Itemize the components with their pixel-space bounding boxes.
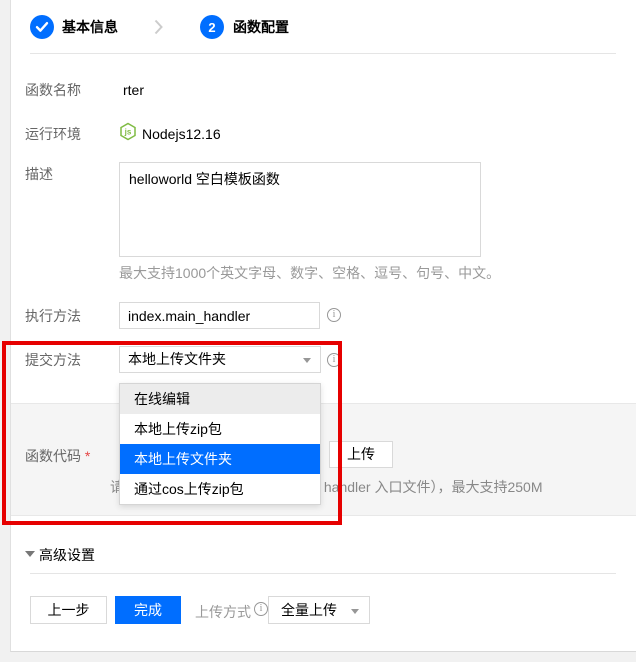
- description-label: 描述: [25, 166, 53, 182]
- triangle-down-icon: [25, 551, 35, 557]
- handler-input[interactable]: [119, 302, 320, 329]
- step2-number-circle[interactable]: 2: [200, 15, 224, 39]
- step2-number: 2: [208, 20, 215, 35]
- content-panel: [10, 0, 636, 652]
- function-code-section: [11, 403, 636, 516]
- chevron-down-icon: [351, 609, 359, 614]
- finish-button[interactable]: 完成: [115, 596, 181, 624]
- upload-mode-select[interactable]: 全量上传: [268, 596, 370, 624]
- previous-step-button[interactable]: 上一步: [30, 596, 107, 624]
- chevron-right-icon: [153, 18, 164, 39]
- chevron-down-icon: [303, 358, 311, 363]
- dropdown-option-cos-zip[interactable]: 通过cos上传zip包: [120, 474, 320, 504]
- header-divider: [30, 53, 616, 54]
- upload-mode-selected-value: 全量上传: [281, 602, 337, 618]
- step2-label[interactable]: 函数配置: [233, 19, 289, 35]
- handler-info-icon[interactable]: i: [327, 308, 341, 322]
- runtime-value: Nodejs12.16: [142, 126, 221, 142]
- nodejs-icon: js: [119, 122, 137, 144]
- function-config-page: 基本信息 2 函数配置 函数名称 rter 运行环境 js Nodejs12.1…: [0, 0, 636, 662]
- function-name-value: rter: [123, 82, 144, 98]
- function-name-label: 函数名称: [25, 82, 81, 98]
- runtime-label: 运行环境: [25, 126, 81, 142]
- upload-mode-label: 上传方式: [195, 602, 251, 622]
- svg-text:js: js: [124, 128, 132, 137]
- submit-method-dropdown-menu: 在线编辑 本地上传zip包 本地上传文件夹 通过cos上传zip包: [119, 383, 321, 505]
- submit-method-selected-value: 本地上传文件夹: [128, 351, 226, 367]
- check-icon: [35, 21, 49, 33]
- dropdown-option-local-folder[interactable]: 本地上传文件夹: [120, 444, 320, 474]
- advanced-settings-toggle[interactable]: 高级设置: [39, 545, 95, 565]
- upload-mode-info-icon[interactable]: i: [254, 602, 268, 616]
- description-help: 最大支持1000个英文字母、数字、空格、逗号、句号、中文。: [119, 265, 500, 281]
- function-code-label: 函数代码 *: [25, 448, 90, 464]
- footer-divider: [30, 573, 616, 574]
- submit-method-select[interactable]: 本地上传文件夹: [119, 346, 321, 373]
- dropdown-option-local-zip[interactable]: 本地上传zip包: [120, 414, 320, 444]
- upload-button[interactable]: 上传: [329, 441, 393, 468]
- step1-done-circle[interactable]: [30, 15, 54, 39]
- submit-method-label: 提交方法: [25, 352, 81, 368]
- handler-label: 执行方法: [25, 308, 81, 324]
- submit-method-info-icon[interactable]: i: [327, 353, 341, 367]
- required-asterisk: *: [85, 448, 90, 464]
- description-textarea[interactable]: helloworld 空白模板函数: [119, 162, 481, 257]
- step1-label[interactable]: 基本信息: [62, 19, 118, 35]
- dropdown-option-online-edit[interactable]: 在线编辑: [120, 384, 320, 414]
